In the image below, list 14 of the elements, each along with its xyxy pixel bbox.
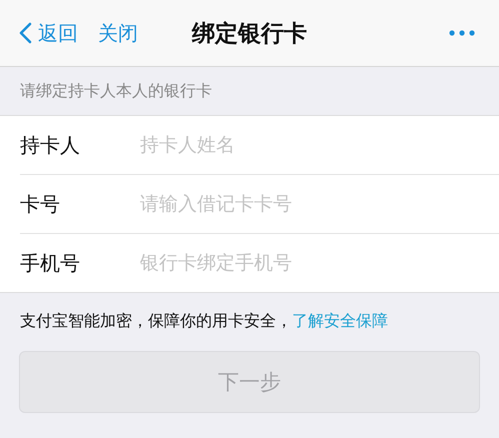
- section-header: 请绑定持卡人本人的银行卡: [20, 80, 212, 102]
- back-chevron-icon: [18, 22, 32, 44]
- field-label: 持卡人: [20, 132, 81, 158]
- input-field[interactable]: 请输入借记卡卡号: [138, 192, 462, 216]
- window-title: 绑定银行卡: [190, 20, 308, 48]
- field-label: 卡号: [20, 190, 61, 218]
- more-icon[interactable]: [449, 30, 475, 36]
- back-button[interactable]: 返回: [18, 20, 78, 46]
- security-link[interactable]: 了解安全保障: [292, 311, 388, 330]
- input-field[interactable]: 持卡人姓名: [138, 133, 462, 157]
- close-button[interactable]: 关闭: [98, 20, 138, 46]
- security-notice: 支付宝智能加密，保障你的用卡安全，了解安全保障: [19, 310, 389, 332]
- field-label: 手机号: [20, 250, 81, 276]
- input-field[interactable]: 银行卡绑定手机号: [138, 251, 462, 275]
